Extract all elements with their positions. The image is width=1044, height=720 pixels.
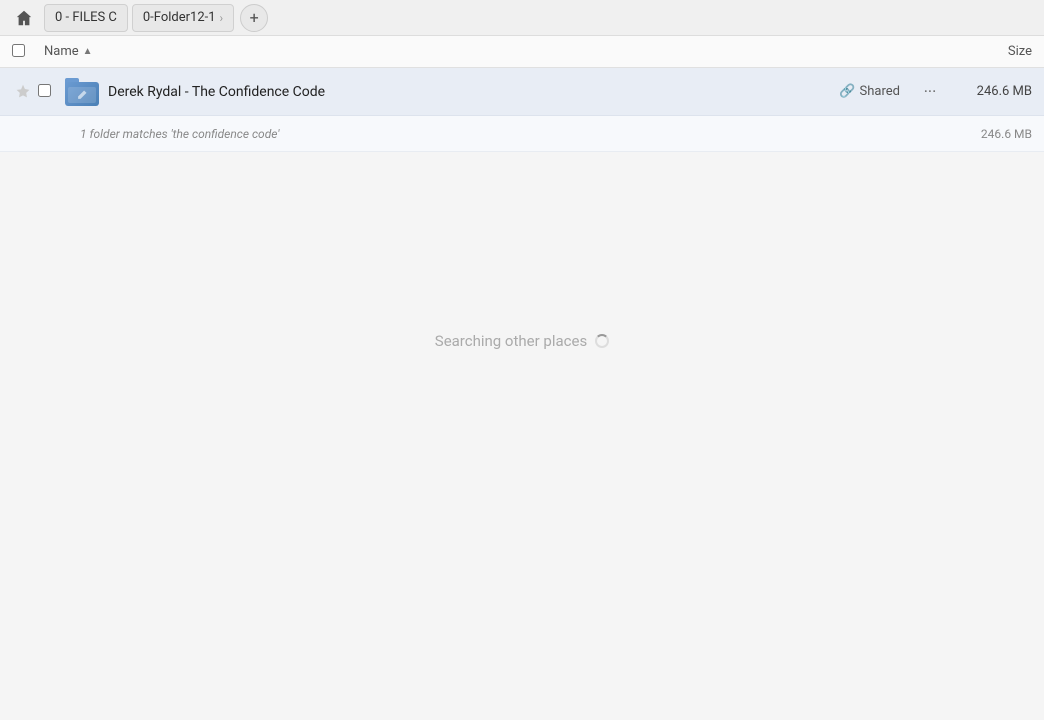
shared-badge: 🔗 Shared [839,84,900,99]
select-all-checkbox[interactable] [12,44,25,57]
column-header-row: Name ▲ Size [0,36,1044,68]
folder-icon [64,74,100,110]
column-size-header: Size [952,44,1032,59]
shared-label: Shared [860,84,900,99]
folder-pencil-icon [76,89,88,101]
searching-section: Searching other places [0,152,1044,350]
link-icon: 🔗 [839,84,855,99]
match-info-row: 1 folder matches 'the confidence code' 2… [0,116,1044,152]
file-name-text: Derek Rydal - The Confidence Code [108,84,839,100]
file-size-value: 246.6 MB [952,84,1032,99]
searching-label: Searching other places [435,332,587,350]
more-options-button[interactable]: ··· [916,78,944,106]
match-size: 246.6 MB [952,127,1032,141]
home-button[interactable] [8,2,40,34]
breadcrumb-bar: 0 - FILES C 0-Folder12-1 › + [0,0,1044,36]
file-row[interactable]: Derek Rydal - The Confidence Code 🔗 Shar… [0,68,1044,116]
searching-text-area: Searching other places [435,332,609,350]
file-select-checkbox[interactable] [38,84,51,97]
file-checkbox-area [38,82,58,101]
column-name-header[interactable]: Name ▲ [44,44,952,59]
home-icon [15,9,33,27]
column-name-label: Name [44,44,79,59]
ellipsis-icon: ··· [924,82,937,101]
star-icon [15,84,31,100]
breadcrumb-item-folder12-1[interactable]: 0-Folder12-1 › [132,4,234,32]
sort-arrow-icon: ▲ [83,46,93,57]
star-button[interactable] [12,81,34,103]
loading-spinner [595,334,609,348]
column-size-label: Size [1008,44,1032,59]
breadcrumb-label-folder12-1: 0-Folder12-1 [143,10,216,25]
add-button[interactable]: + [240,4,268,32]
match-text: 1 folder matches 'the confidence code' [80,127,952,141]
header-checkbox-area [12,42,36,61]
plus-icon: + [250,8,259,27]
chevron-right-icon: › [220,11,224,25]
breadcrumb-label-files-c: 0 - FILES C [55,10,117,25]
breadcrumb-item-files-c[interactable]: 0 - FILES C [44,4,128,32]
